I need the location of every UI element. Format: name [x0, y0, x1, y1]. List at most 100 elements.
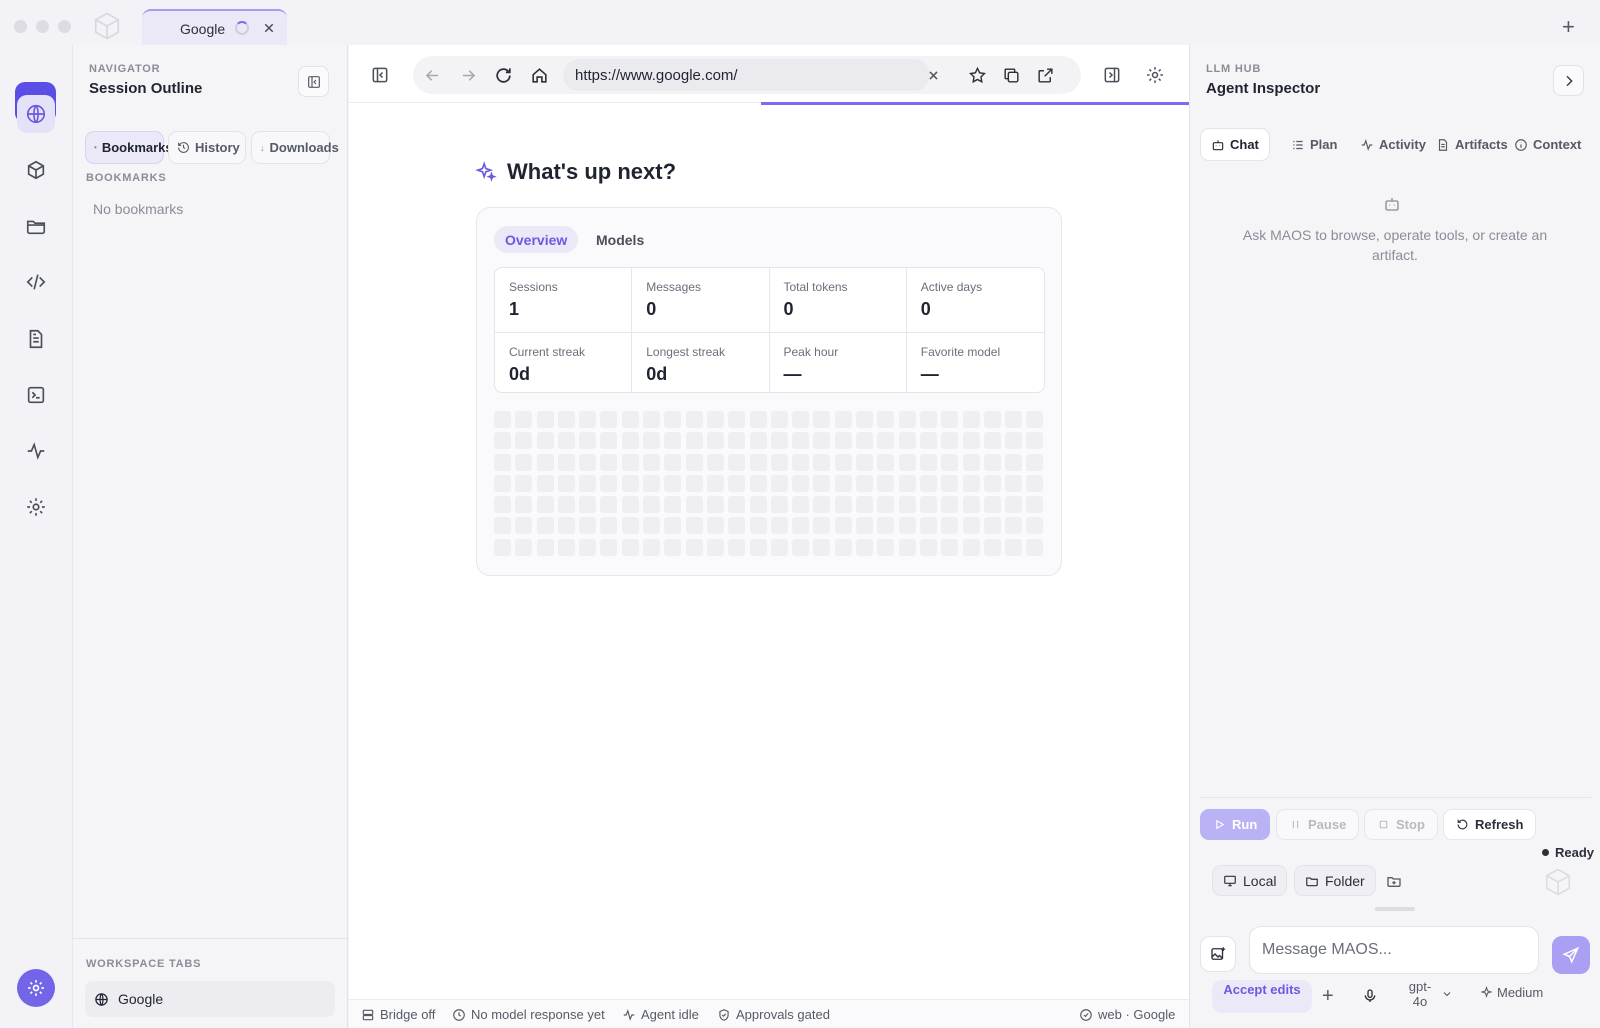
tab-close-icon[interactable]	[260, 19, 278, 37]
back-arrow-icon[interactable]	[418, 61, 446, 89]
heatmap-cell	[1005, 432, 1023, 450]
forward-arrow-icon[interactable]	[454, 61, 482, 89]
stat-active-days: Active days 0	[906, 268, 1044, 333]
heatmap-cell	[983, 411, 1001, 428]
heatmap-cell	[600, 453, 618, 471]
navigator-title: Session Outline	[89, 80, 203, 97]
sidebar-toggle-icon[interactable]	[366, 61, 394, 89]
tab-models[interactable]: Models	[585, 226, 655, 253]
reload-icon[interactable]	[489, 61, 517, 89]
heatmap-cell	[728, 432, 746, 450]
refresh-button[interactable]: Refresh	[1443, 809, 1537, 840]
cube-icon[interactable]	[17, 151, 55, 189]
heatmap-cell	[494, 432, 511, 450]
stat-total-tokens: Total tokens 0	[769, 268, 907, 333]
heatmap-cell	[557, 411, 575, 428]
tab-chat[interactable]: Chat	[1200, 128, 1270, 161]
heatmap-cell	[856, 517, 874, 535]
heatmap-cell	[792, 453, 810, 471]
heatmap-cell	[643, 411, 661, 428]
gear-icon[interactable]	[17, 488, 55, 526]
url-input[interactable]	[575, 59, 915, 91]
bookmark-star-icon[interactable]	[963, 61, 991, 89]
message-input[interactable]	[1262, 927, 1532, 973]
heatmap-cell	[962, 453, 980, 471]
loading-spinner-icon	[235, 21, 249, 35]
heatmap-cell	[962, 411, 980, 428]
browser-settings-icon[interactable]	[1141, 61, 1169, 89]
collapse-inspector-button[interactable]	[1553, 65, 1584, 96]
tab-overview[interactable]: Overview	[494, 226, 579, 253]
window-minimize-button[interactable]	[36, 20, 49, 33]
heatmap-cell	[834, 496, 852, 514]
external-link-icon[interactable]	[1031, 61, 1059, 89]
heatmap-cell	[600, 432, 618, 450]
activity-icon[interactable]	[17, 432, 55, 470]
add-icon[interactable]: +	[1322, 985, 1334, 1008]
heatmap-cell	[494, 538, 511, 556]
heatmap-cell	[621, 453, 639, 471]
settings-gear-icon[interactable]	[17, 969, 55, 1007]
folder-icon[interactable]	[17, 207, 55, 245]
effort-select[interactable]: Medium	[1480, 985, 1543, 1000]
heatmap-cell	[962, 517, 980, 535]
clear-url-icon[interactable]	[919, 61, 947, 89]
document-icon[interactable]	[17, 320, 55, 358]
copy-icon[interactable]	[997, 61, 1025, 89]
tab-context[interactable]: Context	[1504, 128, 1591, 161]
stat-longest-streak: Longest streak 0d	[632, 333, 770, 392]
navigator-panel: NAVIGATOR Session Outline • Bookmarks Hi…	[72, 45, 349, 1028]
window-maximize-button[interactable]	[58, 20, 71, 33]
heatmap-cell	[685, 496, 703, 514]
folder-chip[interactable]: Folder	[1294, 865, 1376, 896]
message-composer[interactable]	[1249, 926, 1539, 974]
heatmap-cell	[515, 411, 533, 428]
microphone-icon[interactable]	[1362, 988, 1378, 1004]
home-icon[interactable]	[525, 61, 553, 89]
heatmap-cell	[1005, 496, 1023, 514]
heatmap-cell	[1026, 517, 1044, 535]
attach-image-button[interactable]	[1200, 936, 1236, 972]
window-close-button[interactable]	[14, 20, 27, 33]
accept-edits-button[interactable]: Accept edits	[1212, 980, 1312, 1013]
url-field[interactable]	[563, 59, 930, 91]
heatmap-cell	[898, 538, 916, 556]
tab-downloads[interactable]: ↓ Downloads	[251, 131, 339, 164]
stats-grid: Sessions 1 Messages 0 Total tokens 0 Act…	[494, 267, 1045, 393]
pause-button[interactable]: Pause	[1276, 809, 1360, 840]
cube-icon	[1543, 867, 1573, 897]
split-view-icon[interactable]	[1098, 61, 1126, 89]
globe-icon[interactable]	[17, 95, 55, 133]
workspace-tab-item[interactable]: Google	[85, 981, 335, 1017]
terminal-icon[interactable]	[17, 376, 55, 414]
heatmap-cell	[813, 496, 831, 514]
heatmap-cell	[1005, 517, 1023, 535]
collapse-panel-button[interactable]	[298, 66, 329, 97]
heatmap-cell	[664, 496, 682, 514]
tab-history[interactable]: History	[168, 131, 246, 164]
code-icon[interactable]	[17, 263, 55, 301]
stop-button[interactable]: Stop	[1364, 809, 1438, 840]
run-button[interactable]: Run	[1200, 809, 1271, 840]
heatmap-cell	[941, 496, 959, 514]
local-chip[interactable]: Local	[1212, 865, 1288, 896]
resize-handle[interactable]	[1375, 907, 1415, 911]
new-folder-icon[interactable]	[1386, 873, 1402, 889]
send-button[interactable]	[1552, 936, 1590, 974]
model-select[interactable]: gpt-4o	[1403, 979, 1453, 1009]
heatmap-cell	[706, 474, 724, 492]
heatmap-cell	[919, 474, 937, 492]
tab-bookmarks[interactable]: • Bookmarks	[85, 131, 173, 164]
heatmap-cell	[877, 432, 895, 450]
browser-tab[interactable]: Google	[142, 9, 287, 46]
heatmap-cell	[941, 432, 959, 450]
divider	[73, 938, 349, 939]
heatmap-cell	[983, 496, 1001, 514]
heatmap-cell	[941, 474, 959, 492]
heatmap-cell	[494, 496, 511, 514]
new-tab-button[interactable]: +	[1562, 14, 1575, 40]
globe-icon	[94, 992, 109, 1007]
tab-activity[interactable]: Activity	[1350, 128, 1436, 161]
tab-plan[interactable]: Plan	[1281, 128, 1347, 161]
heatmap-cell	[515, 453, 533, 471]
